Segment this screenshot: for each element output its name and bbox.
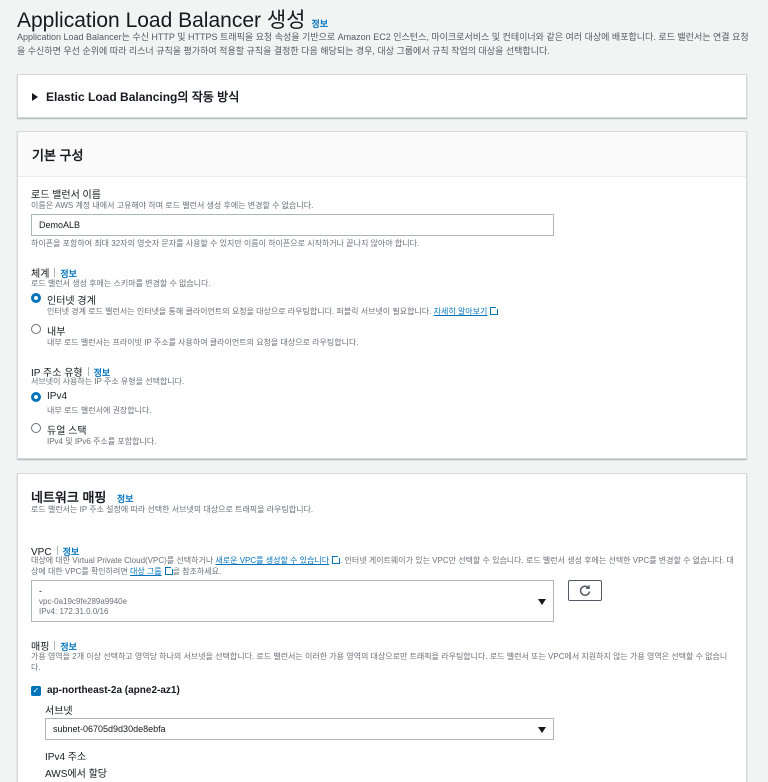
basic-config-heading: 기본 구성 [32,148,84,163]
ipv4-address-value: AWS에서 할당 [45,769,107,780]
vpc-select[interactable]: - vpc-0a19c9fe289a9940e IPv4: 172.31.0.0… [31,580,554,622]
vpc-select-cidr: IPv4: 172.31.0.0/16 [39,607,109,616]
dropdown-arrow-icon [538,727,546,733]
scheme-internal-radio[interactable] [31,324,41,334]
ip-ipv4-desc: 내부 로드 밸런서에 권장합니다. [47,406,152,415]
lb-name-description: 이름은 AWS 계정 내에서 고유해야 하며 로드 밸런서 생성 후에는 변경할… [31,201,314,210]
network-mapping-heading: 네트워크 매핑 [31,490,107,505]
ip-ipv4-radio[interactable] [31,392,41,402]
az-checkbox[interactable]: ✓ [31,686,41,696]
external-link-icon [490,305,501,315]
network-mapping-description: 로드 밸런서는 IP 주소 설정에 따라 선택한 서브넷의 대상으로 트래픽을 … [31,505,314,514]
ip-dualstack-radio[interactable] [31,423,41,433]
basic-config-header: 기본 구성 [18,132,746,177]
basic-config-panel: 기본 구성 로드 밸런서 이름 이름은 AWS 계정 내에서 고유해야 하며 로… [17,131,747,459]
page-header: Application Load Balancer 생성 정보 [17,4,328,34]
external-link-icon [164,565,175,575]
ip-ipv4-label: IPv4 [47,391,68,402]
network-mapping-info-link[interactable]: 정보 [117,494,134,504]
target-groups-link[interactable]: 대상 그룹 [130,567,162,576]
lb-name-input[interactable]: DemoALB [31,214,554,236]
vpc-description: 대상에 대한 Virtual Private Cloud(VPC)를 선택하거나… [31,554,736,577]
subnet-select-value: subnet-06705d9d30de8ebfa [53,724,166,734]
elb-how-it-works-label: Elastic Load Balancing의 작동 방식 [46,90,240,104]
scheme-internal-label: 내부 [47,327,66,338]
lb-name-constraint: 하이픈을 포함하여 최대 32자의 영숫자 문자를 사용할 수 있지만 이름이 … [31,239,420,248]
refresh-button[interactable] [568,580,602,601]
lb-name-value: DemoALB [39,220,81,230]
scheme-internet-facing-desc-text: 인터넷 경계 로드 밸런서는 인터넷을 통해 클라이언트의 요청을 대상으로 라… [47,307,432,316]
vpc-select-id: vpc-0a19c9fe289a9940e [39,597,128,606]
dropdown-arrow-icon [538,599,546,605]
refresh-icon [579,584,591,596]
lb-name-label: 로드 밸런서 이름 [31,190,101,201]
learn-more-link[interactable]: 자세히 알아보기 [434,307,488,316]
scheme-internet-facing-radio[interactable] [31,293,41,303]
elb-how-it-works-toggle[interactable]: Elastic Load Balancing의 작동 방식 [32,88,239,105]
scheme-internet-facing-label: 인터넷 경계 [47,296,96,307]
divider [54,268,56,278]
ip-dualstack-label: 듀얼 스택 [47,426,87,437]
scheme-description: 로드 밸런서 생성 후에는 스키마를 변경할 수 없습니다. [31,279,211,288]
subnet-select[interactable]: subnet-06705d9d30de8ebfa [45,718,554,740]
mapping-description: 가용 영역을 2개 이상 선택하고 영역당 하나의 서브넷을 선택합니다. 로드… [31,652,728,672]
scheme-internal-desc: 내부 로드 밸런서는 프라이빗 IP 주소를 사용하여 클라이언트의 요청을 대… [47,338,359,347]
external-link-icon [332,554,343,564]
vpc-select-name: - [39,586,42,596]
create-vpc-link[interactable]: 새로운 VPC를 생성할 수 있습니다 [215,556,329,565]
subnet-label: 서브넷 [45,706,73,717]
page: Application Load Balancer 생성 정보 Applicat… [0,0,768,782]
vpc-desc-text: 을 참조하세요. [172,567,222,576]
vpc-desc-text: 대상에 대한 Virtual Private Cloud(VPC)를 선택하거나 [31,556,214,565]
title-info-link[interactable]: 정보 [311,17,328,30]
divider [56,546,58,556]
caret-right-icon [32,92,38,101]
scheme-internet-facing-desc: 인터넷 경계 로드 밸런서는 인터넷을 통해 클라이언트의 요청을 대상으로 라… [47,305,501,317]
page-description: Application Load Balancer는 수신 HTTP 및 HTT… [17,32,749,56]
ip-type-description: 서브넷이 사용하는 IP 주소 유형을 선택합니다. [31,377,185,386]
elb-how-it-works-panel: Elastic Load Balancing의 작동 방식 [17,74,747,118]
divider [87,367,89,377]
divider [54,641,56,651]
page-title: Application Load Balancer 생성 [17,9,306,32]
ipv4-address-label: IPv4 주소 [45,752,87,763]
az-label: ap-northeast-2a (apne2-az1) [47,685,180,696]
ip-dualstack-desc: IPv4 및 IPv6 주소를 포함합니다. [47,437,157,446]
network-mapping-panel: 네트워크 매핑 정보 로드 밸런서는 IP 주소 설정에 따라 선택한 서브넷의… [17,473,747,782]
